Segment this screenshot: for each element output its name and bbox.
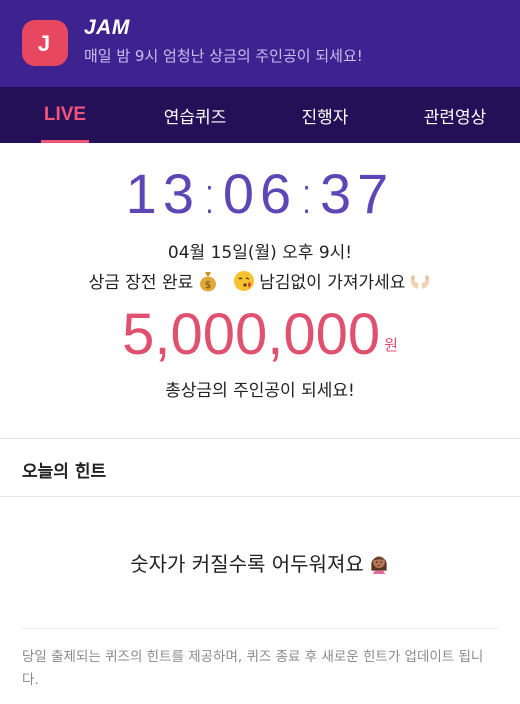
tab-host[interactable]: 진행자 bbox=[260, 87, 390, 143]
countdown-separator: : bbox=[199, 162, 223, 227]
countdown-hours: 13 bbox=[125, 162, 200, 225]
promo-text-part2: 남김없이 가져가세요 bbox=[259, 273, 406, 293]
money-bag-icon: $ bbox=[197, 270, 219, 292]
promo-text-part1: 상금 장전 완료 bbox=[88, 273, 194, 293]
tab-related-videos[interactable]: 관련영상 bbox=[390, 87, 520, 143]
app-subtitle: 매일 밤 9시 엄청난 상금의 주인공이 되세요! bbox=[84, 47, 363, 65]
hint-text-body: 숫자가 커질수록 어두워져요 bbox=[130, 552, 364, 576]
prize-caption: 총상금의 주인공이 되세요! bbox=[165, 381, 355, 401]
jam-logo-icon: J bbox=[26, 24, 64, 62]
tab-practice-quiz[interactable]: 연습퀴즈 bbox=[130, 87, 260, 143]
prize-unit: 원 bbox=[384, 336, 398, 354]
countdown-seconds: 37 bbox=[320, 162, 395, 225]
svg-text:J: J bbox=[38, 31, 50, 56]
hint-notice: 당일 출제되는 퀴즈의 힌트를 제공하며, 퀴즈 종료 후 새로운 힌트가 업데… bbox=[22, 649, 484, 688]
section-divider bbox=[22, 628, 498, 629]
prize-value: 5,000,000 bbox=[122, 302, 381, 367]
tab-bar: LIVE 연습퀴즈 진행자 관련영상 bbox=[0, 87, 520, 143]
tab-live[interactable]: LIVE bbox=[0, 87, 130, 143]
countdown-minutes: 06 bbox=[222, 162, 298, 225]
section-divider bbox=[0, 438, 520, 439]
countdown-separator: : bbox=[297, 162, 321, 227]
section-divider bbox=[0, 496, 520, 497]
app-header: J JAM 매일 밤 9시 엄청난 상금의 주인공이 되세요! bbox=[0, 0, 520, 87]
prize-amount: 5,000,000 원 bbox=[0, 306, 520, 364]
countdown-timer: 13:06:37 bbox=[0, 166, 520, 223]
svg-text:$: $ bbox=[205, 280, 211, 291]
hint-section-title: 오늘의 힌트 bbox=[22, 462, 107, 482]
hint-text: 숫자가 커질수록 어두워져요 bbox=[0, 548, 520, 577]
schedule-text: 04월 15일(월) 오후 9시! bbox=[167, 243, 353, 263]
promo-text: 상금 장전 완료 $ 남김없이 가져가세요 bbox=[0, 268, 520, 293]
jam-logo: J bbox=[22, 20, 68, 66]
woman-tipping-hand-icon bbox=[368, 552, 390, 574]
palms-up-icon bbox=[409, 270, 431, 292]
kiss-face-icon bbox=[233, 270, 255, 292]
app-title: JAM bbox=[84, 16, 130, 39]
